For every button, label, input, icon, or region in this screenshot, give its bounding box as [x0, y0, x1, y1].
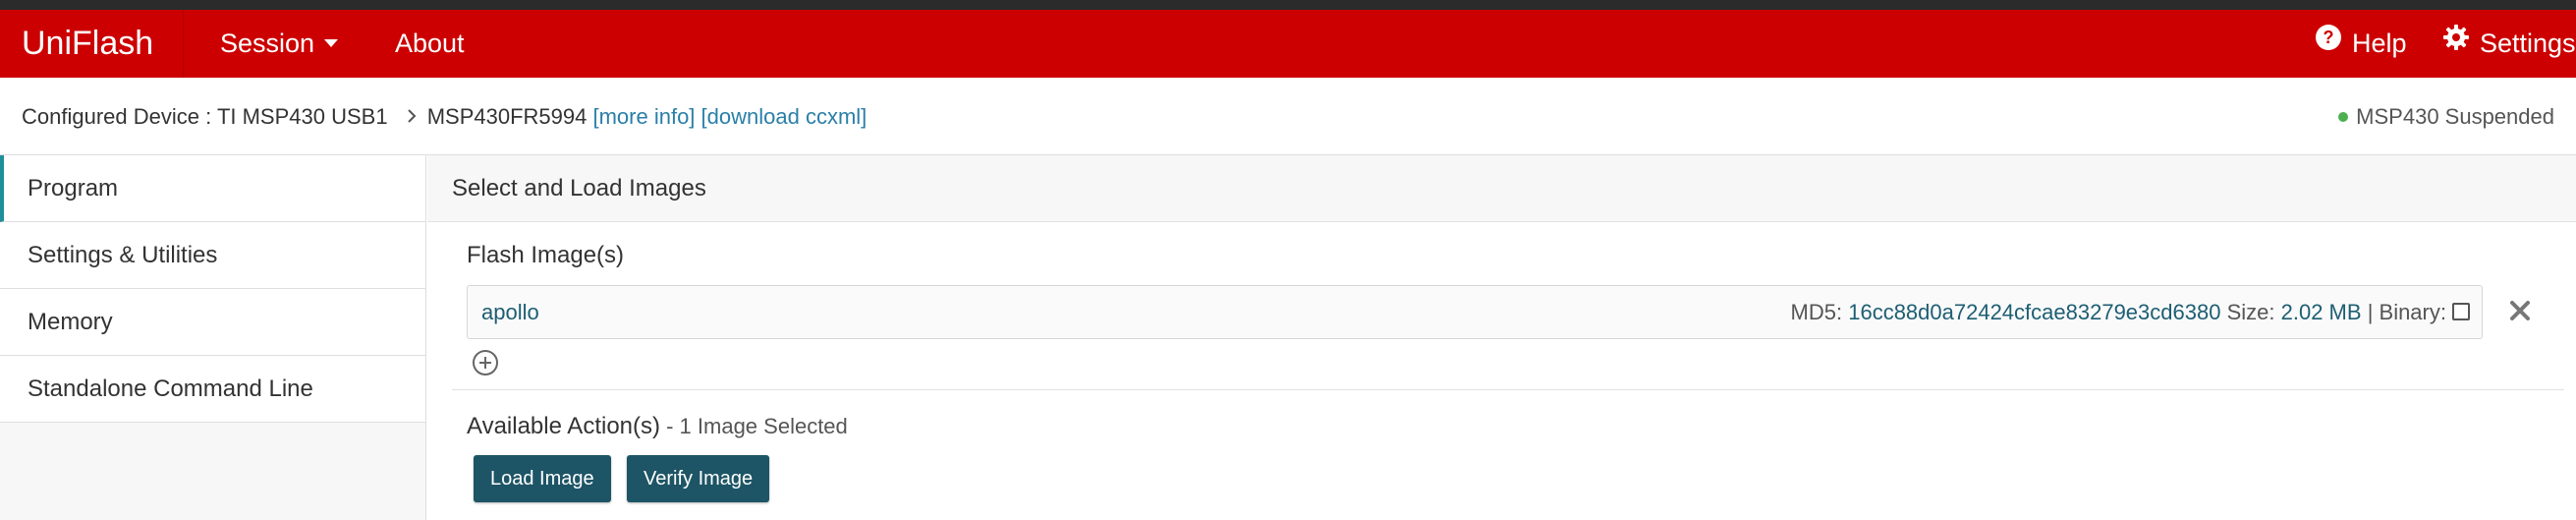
sidebar-item-standalone-command-line[interactable]: Standalone Command Line	[0, 356, 425, 423]
section-divider	[452, 389, 2564, 390]
sidebar-item-settings-utilities[interactable]: Settings & Utilities	[0, 222, 425, 289]
caret-down-icon	[324, 38, 339, 47]
gear-icon	[2442, 9, 2470, 77]
md5-label: MD5:	[1790, 300, 1843, 324]
more-info-link[interactable]: [more info]	[592, 104, 695, 129]
settings-link[interactable]: Settings	[2442, 10, 2576, 78]
status-dot-icon	[2338, 112, 2349, 122]
device-name: MSP430FR5994	[426, 104, 588, 129]
close-icon[interactable]	[2500, 293, 2540, 332]
image-meta: MD5: 16cc88d0a72424cfcae83279e3cd6380 Si…	[1791, 286, 2470, 338]
help-label: Help	[2352, 29, 2407, 58]
sidebar: Program Settings & Utilities Memory Stan…	[0, 155, 426, 520]
md5-value: 16cc88d0a72424cfcae83279e3cd6380	[1848, 300, 2221, 324]
images-selected-count: - 1 Image Selected	[660, 414, 848, 438]
configured-device-separator: :	[198, 104, 217, 129]
verify-image-button[interactable]: Verify Image	[627, 455, 770, 502]
flash-images-title: Flash Image(s)	[467, 242, 625, 268]
help-link[interactable]: ? Help	[2315, 10, 2407, 78]
session-menu[interactable]: Session	[220, 10, 339, 78]
load-image-button[interactable]: Load Image	[474, 455, 611, 502]
configured-device-label: Configured Device	[22, 104, 199, 129]
device-bar: Configured Device : TI MSP430 USB1 MSP43…	[0, 78, 2576, 155]
image-name-link[interactable]: apollo	[481, 286, 539, 338]
app-brand: UniFlash	[22, 25, 154, 62]
window-top-strip	[0, 0, 2576, 10]
flash-image-row: apollo MD5: 16cc88d0a72424cfcae83279e3cd…	[467, 285, 2483, 339]
sidebar-item-program[interactable]: Program	[0, 155, 425, 222]
chevron-right-icon	[406, 78, 418, 155]
available-actions-label: Available Action(s)	[467, 413, 660, 439]
section-title: Select and Load Images	[427, 155, 2576, 222]
connection-name: TI MSP430 USB1	[216, 104, 388, 129]
size-value: 2.02 MB	[2280, 300, 2362, 324]
plus-circle-icon[interactable]	[472, 349, 499, 381]
settings-label: Settings	[2480, 29, 2576, 58]
svg-text:?: ?	[2324, 28, 2334, 47]
app-header: UniFlash Session About ? Help Settings	[0, 10, 2576, 78]
about-link[interactable]: About	[395, 10, 465, 78]
session-menu-label: Session	[220, 29, 315, 58]
brand-divider	[183, 10, 184, 78]
download-ccxml-link[interactable]: [download ccxml]	[701, 104, 868, 129]
configured-device: Configured Device : TI MSP430 USB1 MSP43…	[22, 78, 867, 155]
device-status: MSP430 Suspended	[2338, 78, 2554, 155]
sidebar-item-memory[interactable]: Memory	[0, 289, 425, 356]
device-status-text: MSP430 Suspended	[2356, 104, 2554, 129]
size-label: Size:	[2226, 300, 2275, 324]
binary-checkbox[interactable]	[2452, 303, 2470, 321]
question-circle-icon: ?	[2315, 9, 2342, 77]
available-actions-title: Available Action(s) - 1 Image Selected	[467, 413, 848, 440]
main-panel: Select and Load Images Flash Image(s) ap…	[427, 155, 2576, 520]
binary-label: | Binary:	[2367, 300, 2446, 324]
